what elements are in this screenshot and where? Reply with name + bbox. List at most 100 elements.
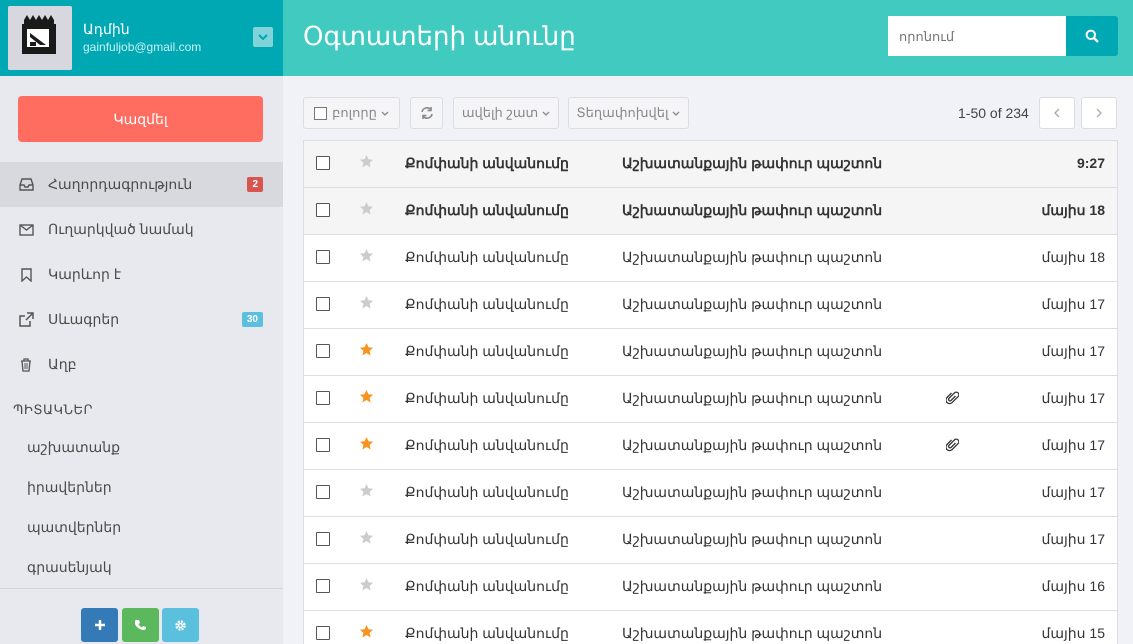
star-icon[interactable] — [359, 389, 375, 405]
trash-icon — [18, 357, 34, 373]
chevron-down-icon — [542, 111, 550, 116]
add-button[interactable] — [81, 608, 118, 642]
email-checkbox[interactable] — [316, 532, 330, 546]
email-row[interactable]: Քոմփանի անվանումը Աշխատանքային թափուր պաշ… — [304, 141, 1117, 188]
label-item-office[interactable]: գրասենյակ — [27, 559, 112, 576]
email-subject: Աշխատանքային թափուր պաշտոն — [622, 343, 883, 359]
email-sender: Քոմփանի անվանումը — [405, 343, 569, 359]
star-icon[interactable] — [359, 530, 375, 546]
email-date: 9:27 — [1076, 155, 1105, 171]
email-subject: Աշխատանքային թափուր պաշտոն — [622, 249, 883, 265]
email-sender: Քոմփանի անվանումը — [405, 625, 569, 641]
email-subject: Աշխատանքային թափուր պաշտոն — [622, 296, 883, 312]
pagination-range: 1-50 of 234 — [958, 105, 1029, 121]
label-item-orders[interactable]: պատվերներ — [27, 519, 121, 536]
email-sender: Քոմփանի անվանումը — [405, 484, 569, 500]
email-row[interactable]: Քոմփանի անվանումը Աշխատանքային թափուր պաշ… — [304, 376, 1117, 423]
user-email: gainfuljob@gmail.com — [83, 40, 202, 54]
sidebar-item-drafts[interactable]: Սևագրեր 30 — [0, 297, 283, 342]
star-icon[interactable] — [359, 624, 375, 640]
email-row[interactable]: Քոմփանի անվանումը Աշխատանքային թափուր պաշ… — [304, 564, 1117, 611]
email-date: մայիս 17 — [1041, 343, 1105, 359]
unread-count-badge: 2 — [247, 177, 263, 192]
email-row[interactable]: Քոմփանի անվանումը Աշխատանքային թափուր պաշ… — [304, 282, 1117, 329]
next-page-button[interactable] — [1081, 97, 1117, 129]
star-icon[interactable] — [359, 436, 375, 452]
email-checkbox[interactable] — [316, 156, 330, 170]
sidebar-item-trash[interactable]: Աղբ — [0, 342, 283, 387]
star-icon[interactable] — [359, 295, 375, 311]
more-dropdown[interactable]: ավելի շատ — [453, 97, 559, 129]
sidebar-item-inbox[interactable]: Հաղորդագրություն 2 — [0, 162, 283, 207]
email-row[interactable]: Քոմփանի անվանումը Աշխատանքային թափուր պաշ… — [304, 517, 1117, 564]
email-subject: Աշխատանքային թափուր պաշտոն — [622, 484, 883, 500]
email-sender: Քոմփանի անվանումը — [405, 578, 569, 594]
label-item-work[interactable]: աշխատանք — [27, 439, 120, 456]
star-icon[interactable] — [359, 577, 375, 593]
star-icon[interactable] — [359, 248, 375, 264]
email-sender: Քոմփանի անվանումը — [405, 155, 569, 171]
email-date: մայիս 17 — [1041, 484, 1105, 500]
search-button[interactable] — [1066, 16, 1118, 56]
email-sender: Քոմփանի անվանումը — [405, 437, 569, 453]
select-all-label: բոլորը — [332, 105, 377, 120]
chevron-right-icon — [1096, 108, 1102, 118]
select-all-dropdown[interactable]: բոլորը — [303, 97, 400, 129]
email-subject: Աշխատանքային թափուր պաշտոն — [622, 578, 883, 594]
email-row[interactable]: Քոմփանի անվանումը Աշխատանքային թափուր պաշ… — [304, 423, 1117, 470]
search-input[interactable] — [888, 16, 1066, 56]
avatar[interactable] — [8, 6, 72, 70]
star-icon[interactable] — [359, 342, 375, 358]
email-subject: Աշխատանքային թափուր պաշտոն — [622, 155, 883, 171]
star-icon[interactable] — [359, 154, 375, 170]
email-date: մայիս 17 — [1041, 437, 1105, 453]
email-checkbox[interactable] — [316, 297, 330, 311]
sidebar-item-important[interactable]: Կարևոր է — [0, 252, 283, 297]
label-item-invitations[interactable]: իրավերներ — [27, 479, 112, 496]
star-icon[interactable] — [359, 483, 375, 499]
email-row[interactable]: Քոմփանի անվանումը Աշխատանքային թափուր պաշ… — [304, 188, 1117, 235]
email-row[interactable]: Քոմփանի անվանումը Աշխատանքային թափուր պաշ… — [304, 611, 1117, 644]
chevron-down-icon — [381, 111, 389, 116]
email-row[interactable]: Քոմփանի անվանումը Աշխատանքային թափուր պաշ… — [304, 329, 1117, 376]
email-checkbox[interactable] — [316, 344, 330, 358]
refresh-button[interactable] — [410, 97, 443, 129]
email-checkbox[interactable] — [316, 579, 330, 593]
sidebar-item-label: Հաղորդագրություն — [48, 176, 193, 192]
move-label: Տեղափոխվել — [576, 105, 669, 120]
bookmark-icon — [18, 267, 34, 283]
user-name: Ադմին — [83, 21, 130, 37]
sidebar-item-sent[interactable]: Ուղարկված նամակ — [0, 207, 283, 252]
email-row[interactable]: Քոմփանի անվանումը Աշխատանքային թափուր պաշ… — [304, 235, 1117, 282]
email-date: մայիս 18 — [1041, 202, 1105, 218]
email-subject: Աշխատանքային թափուր պաշտոն — [622, 625, 883, 641]
sidebar-item-label: Աղբ — [48, 356, 77, 372]
inbox-icon — [18, 177, 34, 193]
email-sender: Քոմփանի անվանումը — [405, 390, 569, 406]
external-link-icon — [18, 312, 34, 328]
email-checkbox[interactable] — [316, 250, 330, 264]
sidebar-item-label: Կարևոր է — [48, 266, 121, 282]
header: Օգտատերի անունը — [283, 0, 1133, 76]
move-to-dropdown[interactable]: Տեղափոխվել — [568, 97, 689, 129]
envelope-icon — [18, 222, 34, 238]
email-checkbox[interactable] — [316, 626, 330, 640]
compose-button[interactable]: Կազմել — [18, 96, 263, 142]
previous-page-button[interactable] — [1039, 97, 1075, 129]
labels-heading: ՊԻՏԱԿՆԵՐ — [13, 402, 94, 417]
email-date: մայիս 15 — [1041, 625, 1105, 641]
email-checkbox[interactable] — [316, 391, 330, 405]
email-subject: Աշխատանքային թափուր պաշտոն — [622, 437, 883, 453]
call-button[interactable] — [122, 608, 159, 642]
email-sender: Քոմփանի անվանումը — [405, 202, 569, 218]
star-icon[interactable] — [359, 201, 375, 217]
user-menu-toggle[interactable] — [253, 27, 273, 47]
email-date: մայիս 17 — [1041, 531, 1105, 547]
email-checkbox[interactable] — [316, 203, 330, 217]
select-all-checkbox[interactable] — [314, 106, 328, 120]
email-checkbox[interactable] — [316, 485, 330, 499]
more-label: ավելի շատ — [461, 105, 539, 120]
email-row[interactable]: Քոմփանի անվանումը Աշխատանքային թափուր պաշ… — [304, 470, 1117, 517]
email-checkbox[interactable] — [316, 438, 330, 452]
settings-button[interactable] — [162, 608, 199, 642]
